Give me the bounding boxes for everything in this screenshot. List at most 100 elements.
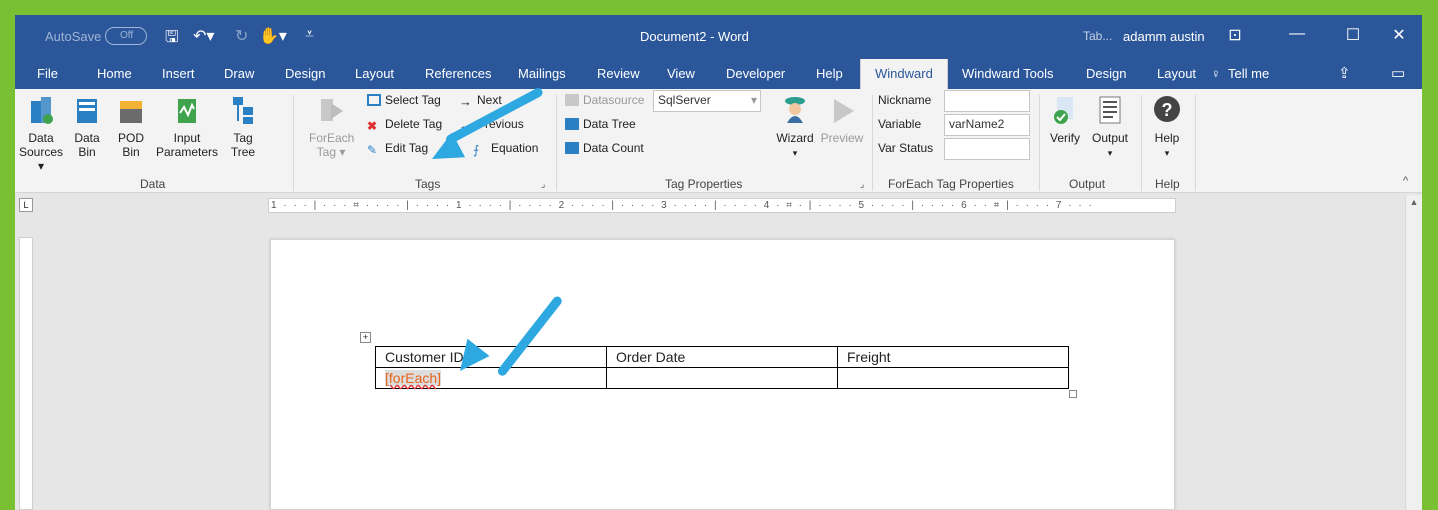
equation-label: Equation	[491, 141, 539, 155]
equation-button[interactable]: ⨍ Equation	[473, 139, 538, 157]
close-icon[interactable]: ✕	[1379, 25, 1419, 45]
help-icon: ?	[1154, 96, 1180, 122]
delete-tag-button[interactable]: ✖ Delete Tag	[367, 115, 442, 133]
next-arrow-icon: →	[459, 94, 472, 109]
chevron-down-icon: ▾	[750, 93, 757, 107]
variable-label: Variable	[878, 117, 922, 131]
title-bar: AutoSave Off 🖫 ↶▾ ↻ ✋▾ ⩡ Document2 - Wor…	[15, 15, 1422, 59]
horizontal-ruler[interactable]: 1 · · · | · · · ⌗ · · · · | · · · · 1 · …	[268, 198, 1176, 213]
tab-developer[interactable]: Developer	[726, 66, 785, 81]
tab-layout[interactable]: Layout	[355, 66, 394, 81]
verify-label: Verify	[1049, 131, 1080, 145]
vertical-scrollbar[interactable]: ▲	[1405, 195, 1422, 510]
preview-button[interactable]: Preview	[819, 95, 865, 145]
verify-button[interactable]: Verify	[1045, 95, 1085, 145]
tab-design[interactable]: Design	[285, 66, 325, 81]
table-header-cell[interactable]: Order Date	[606, 346, 838, 368]
tab-windward[interactable]: Windward	[860, 59, 948, 89]
tab-review[interactable]: Review	[597, 66, 640, 81]
tag-tree-label-1: Tag	[233, 131, 253, 145]
help-button[interactable]: ? Help ▾	[1147, 95, 1187, 160]
share-icon[interactable]: ⇪	[1338, 64, 1351, 82]
table-header-cell[interactable]: Customer ID	[375, 346, 607, 368]
tab-view[interactable]: View	[667, 66, 695, 81]
var-status-label: Var Status	[878, 141, 934, 155]
tab-insert[interactable]: Insert	[162, 66, 195, 81]
data-tree-button[interactable]: Data Tree	[565, 115, 636, 133]
data-sources-label-2: Sources ▾	[19, 145, 64, 173]
comments-icon[interactable]: ▭	[1391, 64, 1405, 82]
user-name[interactable]: adamm austin	[1123, 29, 1205, 44]
data-count-button[interactable]: Data Count	[565, 139, 644, 157]
foreach-tag-cell[interactable]: [forEach]	[375, 367, 607, 389]
data-sources-button[interactable]: Data Sources ▾	[19, 95, 63, 173]
datasource-select[interactable]: SqlServer ▾	[653, 90, 761, 112]
output-chevron-icon: ▾	[1107, 148, 1113, 158]
data-bin-button[interactable]: Data Bin	[69, 95, 105, 159]
data-count-icon	[565, 142, 579, 154]
variable-field[interactable]: varName2	[944, 114, 1030, 136]
customize-qat-icon[interactable]: ⩡	[305, 26, 314, 44]
tags-dialog-launcher-icon[interactable]: ⌟	[541, 179, 545, 190]
select-tag-icon	[367, 94, 381, 106]
wizard-label: Wizard	[776, 131, 814, 145]
tab-selector-icon[interactable]: L	[19, 198, 33, 212]
document-title: Document2 - Word	[640, 29, 749, 44]
wizard-button[interactable]: Wizard ▾	[771, 95, 819, 160]
word-window: AutoSave Off 🖫 ↶▾ ↻ ✋▾ ⩡ Document2 - Wor…	[15, 15, 1422, 510]
redo-icon: ↻	[235, 28, 249, 45]
divider	[556, 95, 557, 191]
var-status-field[interactable]	[944, 138, 1030, 160]
tab-home[interactable]: Home	[97, 66, 132, 81]
select-tag-button[interactable]: Select Tag	[367, 91, 441, 109]
undo-icon[interactable]: ↶▾	[193, 26, 214, 46]
pod-bin-icon	[120, 101, 142, 123]
group-label-foreach-props: ForEach Tag Properties	[888, 177, 1014, 191]
delete-tag-icon: ✖	[367, 119, 378, 133]
next-button[interactable]: → Next	[459, 91, 502, 109]
nickname-field[interactable]	[944, 90, 1030, 112]
foreach-button[interactable]: ForEach Tag ▾	[309, 95, 355, 159]
table-resize-handle-icon[interactable]	[1069, 390, 1077, 398]
output-icon	[1099, 96, 1121, 124]
autosave-toggle[interactable]: Off	[105, 27, 147, 45]
table-cell[interactable]	[606, 367, 838, 389]
input-parameters-button[interactable]: Input Parameters	[155, 95, 219, 159]
touch-mode-icon[interactable]: ✋▾	[259, 26, 287, 46]
table-header-cell[interactable]: Freight	[837, 346, 1069, 368]
tab-table-layout[interactable]: Layout	[1157, 66, 1196, 81]
edit-tag-label: Edit Tag	[385, 141, 429, 155]
tab-draw[interactable]: Draw	[224, 66, 254, 81]
tab-mailings[interactable]: Mailings	[518, 66, 566, 81]
save-icon[interactable]: 🖫	[165, 26, 179, 53]
tab-help[interactable]: Help	[816, 66, 843, 81]
divider	[1141, 95, 1142, 191]
foreach-label: ForEach	[309, 131, 355, 145]
output-button[interactable]: Output ▾	[1087, 95, 1133, 160]
group-label-help: Help	[1155, 177, 1180, 191]
table-move-handle-icon[interactable]: +	[360, 332, 371, 343]
vertical-ruler[interactable]	[19, 237, 33, 510]
table-cell[interactable]	[837, 367, 1069, 389]
document-page[interactable]: + Customer ID Order Date Freight [forEac…	[270, 239, 1175, 510]
input-parameters-label-1: Input	[173, 131, 201, 145]
pod-bin-button[interactable]: POD Bin	[111, 95, 151, 159]
minimize-icon[interactable]: —	[1277, 25, 1317, 43]
tab-windward-tools[interactable]: Windward Tools	[962, 66, 1054, 81]
edit-tag-button[interactable]: ✎ Edit Tag	[367, 139, 428, 157]
tag-tree-button[interactable]: Tag Tree	[225, 95, 261, 159]
nickname-label: Nickname	[878, 93, 932, 107]
tag-properties-dialog-launcher-icon[interactable]: ⌟	[860, 179, 864, 190]
maximize-icon[interactable]: ☐	[1333, 25, 1373, 45]
foreach-tag[interactable]: [forEach]	[385, 370, 442, 386]
tell-me-search[interactable]: Tell me	[1228, 66, 1269, 81]
tab-file[interactable]: File	[37, 66, 58, 81]
equation-icon: ⨍	[473, 143, 480, 157]
ruler-row: L 1 · · · | · · · ⌗ · · · · | · · · · 1 …	[15, 194, 1422, 216]
tab-references[interactable]: References	[425, 66, 491, 81]
tab-table-design[interactable]: Design	[1086, 66, 1126, 81]
scroll-up-icon[interactable]: ▲	[1406, 197, 1422, 207]
ribbon-display-icon[interactable]: ⊡	[1215, 25, 1255, 45]
divider	[1195, 95, 1196, 191]
collapse-ribbon-icon[interactable]: ^	[1403, 175, 1408, 187]
